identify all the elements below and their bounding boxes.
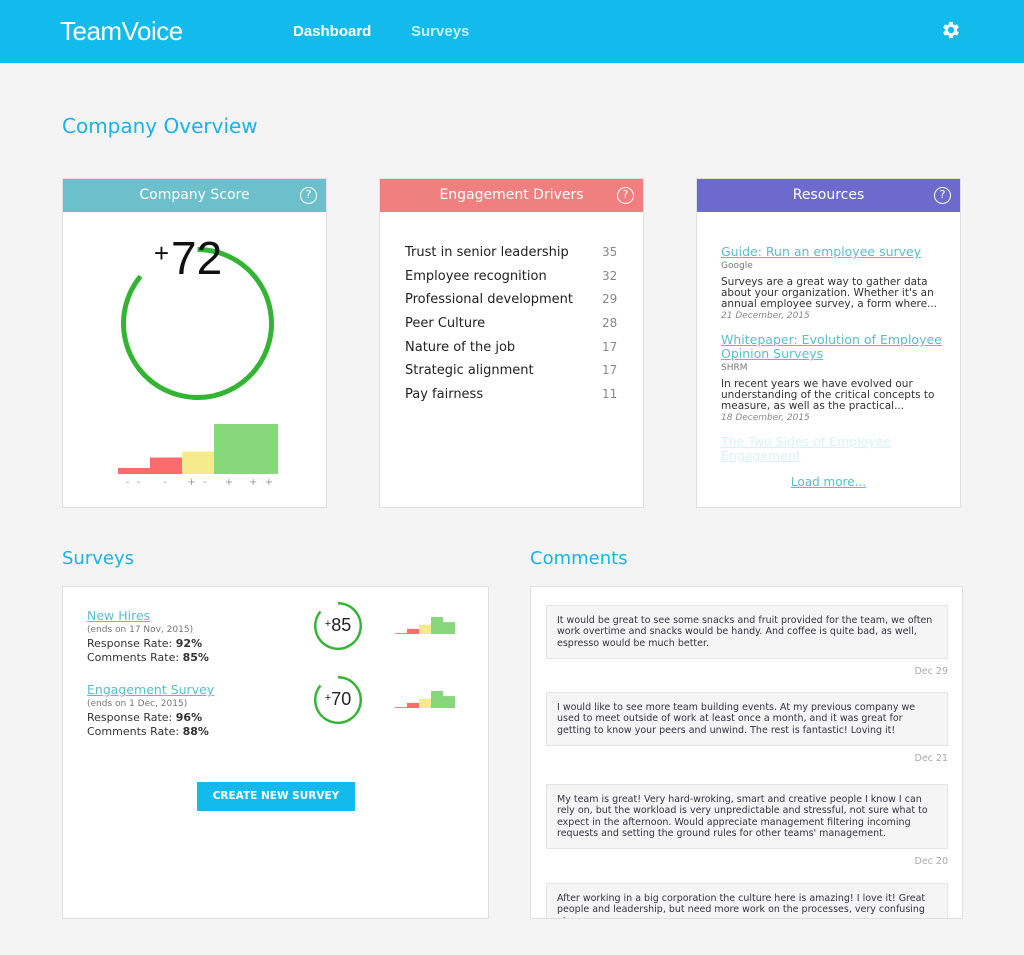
resource-item: Whitepaper: Evolution of Employee Opinio… <box>721 333 951 424</box>
comment-item: After working in a big corporation the c… <box>546 883 948 918</box>
distribution-bar <box>118 468 150 474</box>
survey-item: New Hires (ends on 17 Nov, 2015) Respons… <box>87 602 477 675</box>
surveys-card: New Hires (ends on 17 Nov, 2015) Respons… <box>62 586 489 919</box>
comments-section-title: Comments <box>530 548 628 569</box>
survey-item: Engagement Survey (ends on 1 Dec, 2015) … <box>87 676 477 749</box>
distribution-label: - <box>163 477 169 488</box>
distribution-bar <box>443 696 455 708</box>
company-score-card: Company Score ? +72 - - - + - + + + <box>62 178 327 508</box>
comments-card: It would be great to see some snacks and… <box>530 586 963 919</box>
distribution-bar <box>419 698 431 708</box>
page-title: Company Overview <box>62 114 258 138</box>
nav-surveys[interactable]: Surveys <box>411 23 469 40</box>
driver-item: Strategic alignment 17 <box>405 363 618 379</box>
load-more-link[interactable]: Load more... <box>697 475 960 489</box>
resource-source: Google <box>721 261 753 271</box>
resources-header: Resources ? <box>697 179 960 212</box>
distribution-label: + - <box>187 477 209 488</box>
survey-score: +70 <box>324 689 352 709</box>
driver-item: Pay fairness 11 <box>405 387 618 403</box>
company-score-header: Company Score ? <box>63 179 326 212</box>
help-icon[interactable]: ? <box>934 187 951 204</box>
card-title: Company Score <box>139 187 250 203</box>
distribution-labels: - - - + - + + + <box>118 477 278 488</box>
resource-item: Guide: Run an employee survey Google Sur… <box>721 245 951 322</box>
survey-name-link[interactable]: Engagement Survey <box>87 682 214 697</box>
gear-icon[interactable] <box>940 19 962 41</box>
survey-distribution-chart <box>395 691 455 708</box>
comment-item: I would like to see more team building e… <box>546 692 948 764</box>
resource-description: In recent years we have evolved our unde… <box>721 378 935 412</box>
nav-dashboard[interactable]: Dashboard <box>293 23 371 40</box>
comment-date: Dec 21 <box>914 752 949 764</box>
company-score-value: +72 <box>153 232 223 284</box>
comment-text: It would be great to see some snacks and… <box>546 605 948 659</box>
surveys-section-title: Surveys <box>62 548 134 569</box>
card-title: Engagement Drivers <box>439 187 584 203</box>
comments-rate: Comments Rate: 88% <box>87 725 209 738</box>
comment-text: After working in a big corporation the c… <box>546 883 948 918</box>
distribution-label: + <box>224 477 236 488</box>
distribution-bar <box>407 702 419 708</box>
distribution-bar <box>419 624 431 634</box>
comment-text: My team is great! Very hard-wroking, sma… <box>546 784 948 850</box>
distribution-bar <box>150 457 182 474</box>
help-icon[interactable]: ? <box>617 187 634 204</box>
driver-item: Peer Culture 28 <box>405 316 618 332</box>
distribution-bar <box>431 691 443 708</box>
comment-date: Dec 20 <box>914 856 949 868</box>
comment-item: My team is great! Very hard-wroking, sma… <box>546 784 948 867</box>
engagement-drivers-header: Engagement Drivers ? <box>380 179 643 212</box>
distribution-bar <box>214 424 246 474</box>
survey-name-link[interactable]: New Hires <box>87 608 150 623</box>
resource-description: Surveys are a great way to gather data a… <box>721 276 938 310</box>
distribution-label: + + <box>249 477 275 488</box>
resources-list: Guide: Run an employee survey Google Sur… <box>721 245 951 475</box>
create-new-survey-button[interactable]: CREATE NEW SURVEY <box>197 782 355 811</box>
resource-date: 18 December, 2015 <box>721 413 810 423</box>
comment-item: It would be great to see some snacks and… <box>546 605 948 677</box>
resource-link[interactable]: Whitepaper: Evolution of Employee Opinio… <box>721 333 951 361</box>
distribution-bar <box>407 628 419 634</box>
survey-score: +85 <box>324 615 352 635</box>
response-rate: Response Rate: 92% <box>87 637 203 650</box>
top-nav-bar: TeamVoice Dashboard Surveys <box>0 0 1024 63</box>
distribution-bar <box>395 707 407 708</box>
help-icon[interactable]: ? <box>300 187 317 204</box>
driver-item: Professional development 29 <box>405 292 618 308</box>
comments-rate: Comments Rate: 85% <box>87 651 209 664</box>
drivers-list: Trust in senior leadership 35 Employee re… <box>405 245 620 411</box>
score-distribution-chart <box>118 424 278 474</box>
response-rate: Response Rate: 96% <box>87 711 203 724</box>
resource-source: SHRM <box>721 363 748 373</box>
card-title: Resources <box>792 187 865 203</box>
distribution-bar <box>431 617 443 634</box>
resource-item: The Two Sides of Employee Engagement <box>721 435 951 463</box>
survey-distribution-chart <box>395 617 455 634</box>
resource-link[interactable]: The Two Sides of Employee Engagement <box>721 435 951 463</box>
distribution-label: - - <box>125 477 143 488</box>
engagement-drivers-card: Engagement Drivers ? Trust in senior lea… <box>379 178 644 508</box>
driver-item: Employee recognition 32 <box>405 268 618 284</box>
driver-item: Trust in senior leadership 35 <box>405 245 618 260</box>
distribution-bar <box>182 451 214 474</box>
resources-card: Resources ? Guide: Run an employee surve… <box>696 178 961 508</box>
distribution-bar <box>246 424 278 474</box>
comment-date: Dec 29 <box>914 665 949 677</box>
comment-text: I would like to see more team building e… <box>546 692 948 746</box>
resource-link[interactable]: Guide: Run an employee survey <box>721 245 951 259</box>
distribution-bar <box>443 622 455 634</box>
distribution-bar <box>395 633 407 634</box>
teamvoice-logo[interactable]: TeamVoice <box>60 16 183 47</box>
driver-item: Nature of the job 17 <box>405 339 618 355</box>
resource-date: 21 December, 2015 <box>721 311 810 321</box>
